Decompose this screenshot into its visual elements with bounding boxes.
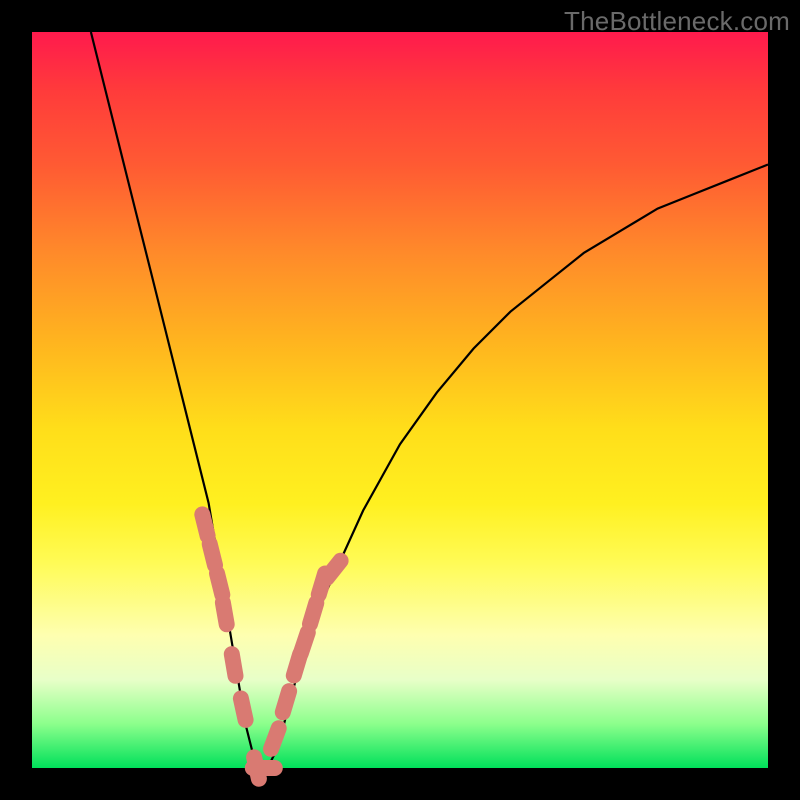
reference-marker — [202, 514, 207, 535]
reference-marker — [217, 573, 222, 594]
curve-path-group — [91, 32, 768, 768]
reference-marker — [210, 544, 215, 565]
reference-marker — [271, 728, 279, 749]
reference-marker — [310, 603, 316, 624]
reference-marker — [301, 632, 308, 653]
reference-marker — [232, 654, 236, 676]
plot-area — [32, 32, 768, 768]
reference-marker — [241, 698, 246, 720]
bottleneck-curve-svg — [32, 32, 768, 768]
reference-marker — [223, 603, 227, 625]
reference-marker — [327, 561, 341, 578]
reference-markers-group — [202, 514, 340, 778]
chart-frame: TheBottleneck.com — [0, 0, 800, 800]
bottleneck-curve-path — [91, 32, 768, 768]
reference-marker — [283, 691, 289, 712]
